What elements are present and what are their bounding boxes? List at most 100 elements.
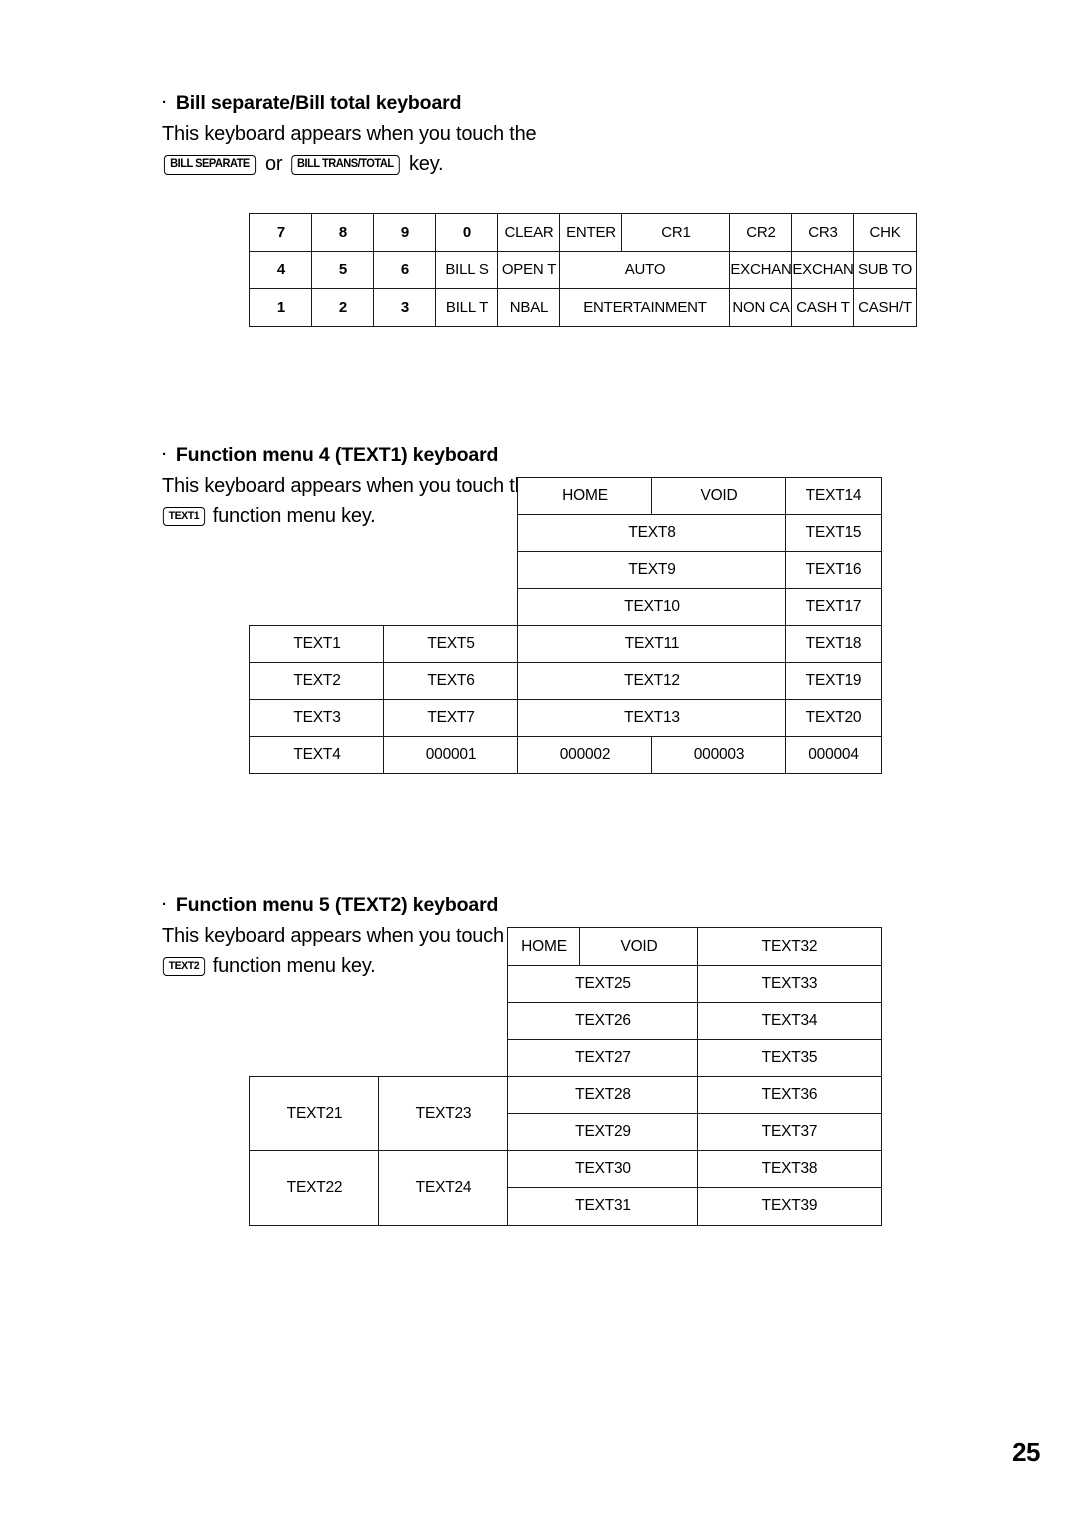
keyboard-key[interactable]: TEXT28 (507, 1075, 699, 1115)
keyboard-key[interactable]: NON CA (729, 288, 793, 327)
bill-separate-keyboard[interactable]: 7 8 9 0 CLEAR ENTER CR1 CR2 CR3 CHK 4 5 6 BILL S OPEN … (249, 213, 917, 327)
keyboard-key[interactable]: TEXT6 (383, 661, 519, 700)
keyboard-key[interactable]: TEXT10 (517, 588, 787, 627)
keyboard-key[interactable]: TEXT38 (697, 1150, 882, 1189)
keyboard-key[interactable]: OPEN T (497, 250, 561, 290)
keyboard-key[interactable]: 000001 (383, 735, 519, 774)
section-title: Function menu 5 (TEXT2) keyboard (175, 894, 499, 916)
section-description: This keyboard appears when you touch the… (162, 120, 537, 179)
text2-keyboard[interactable]: HOME VOID TEXT32 TEXT25 TEXT33 TEXT26 TEXT34 TE… (249, 927, 882, 1226)
keyboard-key[interactable]: TEXT25 (507, 964, 699, 1003)
section-title: Bill separate/Bill total keyboard (175, 92, 462, 114)
keyboard-key[interactable]: 7 (249, 213, 313, 252)
keyboard-key[interactable]: CR2 (729, 213, 793, 252)
keyboard-key[interactable]: NBAL (497, 288, 561, 327)
keyboard-key[interactable]: EXCHAN (791, 250, 855, 290)
keyboard-key[interactable]: TEXT1 (249, 624, 385, 663)
keyboard-key[interactable]: TEXT22 (249, 1150, 380, 1226)
section-heading: · Function menu 5 (TEXT2) keyboard (162, 894, 536, 917)
keyboard-key[interactable]: VOID (579, 927, 699, 966)
keyboard-key[interactable]: BILL T (435, 288, 499, 327)
keyboard-key[interactable]: TEXT4 (249, 735, 385, 774)
keyboard-key[interactable]: TEXT12 (517, 661, 787, 700)
bullet-marker: · (162, 446, 167, 463)
keyboard-key[interactable]: CASH/T (853, 288, 917, 327)
keyboard-key[interactable]: BILL S (435, 250, 499, 290)
keyboard-cell-empty (249, 477, 518, 626)
keyboard-key[interactable]: CR3 (791, 213, 855, 252)
keyboard-key[interactable]: CHK (853, 213, 917, 252)
description-line-2: BILL SEPARATE or BILL TRANS/TOTAL key. (162, 150, 536, 179)
keyboard-key[interactable]: TEXT17 (785, 588, 882, 627)
keyboard-key[interactable]: TEXT13 (517, 698, 787, 737)
keyboard-key[interactable]: TEXT14 (785, 477, 882, 516)
bill-separate-key-icon[interactable]: BILL SEPARATE (163, 154, 257, 175)
keyboard-key[interactable]: TEXT32 (697, 927, 882, 966)
text2-key-icon[interactable]: TEXT2 (162, 957, 205, 976)
keyboard-key[interactable]: HOME (507, 927, 581, 966)
keyboard-key[interactable]: TEXT9 (517, 551, 787, 590)
keyboard-key[interactable]: EXCHAN (729, 250, 793, 290)
keyboard-key[interactable]: TEXT3 (249, 698, 385, 737)
keyboard-key[interactable]: 1 (249, 288, 313, 327)
keyboard-key[interactable]: TEXT27 (507, 1038, 699, 1078)
keyboard-key[interactable]: 3 (373, 288, 437, 327)
keyboard-key[interactable]: CR1 (621, 213, 731, 252)
section-heading: · Bill separate/Bill total keyboard (162, 92, 536, 115)
conjunction-or: or (265, 153, 283, 175)
keyboard-key[interactable]: AUTO (559, 250, 731, 290)
keyboard-key[interactable]: VOID (651, 477, 787, 516)
keyboard-key[interactable]: TEXT8 (517, 514, 787, 553)
keyboard-key[interactable]: TEXT23 (378, 1075, 509, 1152)
keyboard-key[interactable]: SUB TO (853, 250, 917, 290)
keyboard-key[interactable]: TEXT36 (697, 1075, 882, 1115)
keyboard-key[interactable]: TEXT31 (507, 1187, 699, 1226)
keyboard-key[interactable]: TEXT18 (785, 624, 882, 663)
keyboard-key[interactable]: 9 (373, 213, 437, 252)
section-bill-separate: · Bill separate/Bill total keyboard This… (162, 92, 537, 179)
keyboard-key[interactable]: TEXT16 (785, 551, 882, 590)
keyboard-cell-empty (249, 927, 508, 1077)
keyboard-key[interactable]: TEXT39 (697, 1187, 882, 1226)
keyboard-key[interactable]: TEXT33 (697, 964, 882, 1003)
keyboard-key[interactable]: CASH T (791, 288, 855, 327)
keyboard-key[interactable]: 0 (435, 213, 499, 252)
keyboard-key[interactable]: TEXT26 (507, 1001, 699, 1040)
keyboard-key[interactable]: 2 (311, 288, 375, 327)
keyboard-key[interactable]: 5 (311, 250, 375, 290)
line-2-tail: key. (409, 153, 444, 175)
bullet-marker: · (162, 896, 167, 913)
keyboard-key[interactable]: TEXT21 (249, 1075, 380, 1152)
keyboard-key[interactable]: TEXT2 (249, 661, 385, 700)
keyboard-key[interactable]: TEXT37 (697, 1113, 882, 1152)
text1-key-icon[interactable]: TEXT1 (162, 507, 205, 526)
description-line-1: This keyboard appears when you touch the (162, 123, 537, 145)
keyboard-key[interactable]: ENTERTAINMENT (559, 288, 731, 327)
bill-trans-total-key-icon[interactable]: BILL TRANS/TOTAL (291, 154, 400, 175)
keyboard-key[interactable]: TEXT20 (785, 698, 882, 737)
keyboard-key[interactable]: CLEAR (497, 213, 561, 252)
page-number: 25 (1012, 1437, 1040, 1467)
keyboard-key[interactable]: 000002 (517, 735, 653, 774)
keyboard-key[interactable]: 8 (311, 213, 375, 252)
keyboard-key[interactable]: 4 (249, 250, 313, 290)
keyboard-key[interactable]: TEXT29 (507, 1113, 699, 1152)
section-heading: · Function menu 4 (TEXT1) keyboard (162, 444, 536, 467)
keyboard-key[interactable]: TEXT11 (517, 624, 787, 663)
keyboard-key[interactable]: TEXT5 (383, 624, 519, 663)
keyboard-key[interactable]: TEXT24 (378, 1150, 509, 1226)
bullet-marker: · (162, 94, 167, 111)
keyboard-key[interactable]: ENTER (559, 213, 623, 252)
keyboard-key[interactable]: 000003 (651, 735, 787, 774)
keyboard-key[interactable]: TEXT7 (383, 698, 519, 737)
keyboard-key[interactable]: HOME (517, 477, 653, 516)
text1-keyboard[interactable]: HOME VOID TEXT14 TEXT8 TEXT15 TEXT9 TEXT16 TEXT… (249, 477, 882, 774)
keyboard-key[interactable]: TEXT19 (785, 661, 882, 700)
section-title: Function menu 4 (TEXT1) keyboard (175, 444, 499, 466)
keyboard-key[interactable]: TEXT35 (697, 1038, 882, 1078)
keyboard-key[interactable]: TEXT34 (697, 1001, 882, 1040)
keyboard-key[interactable]: TEXT15 (785, 514, 882, 553)
keyboard-key[interactable]: 000004 (785, 735, 882, 774)
keyboard-key[interactable]: 6 (373, 250, 437, 290)
keyboard-key[interactable]: TEXT30 (507, 1150, 699, 1189)
